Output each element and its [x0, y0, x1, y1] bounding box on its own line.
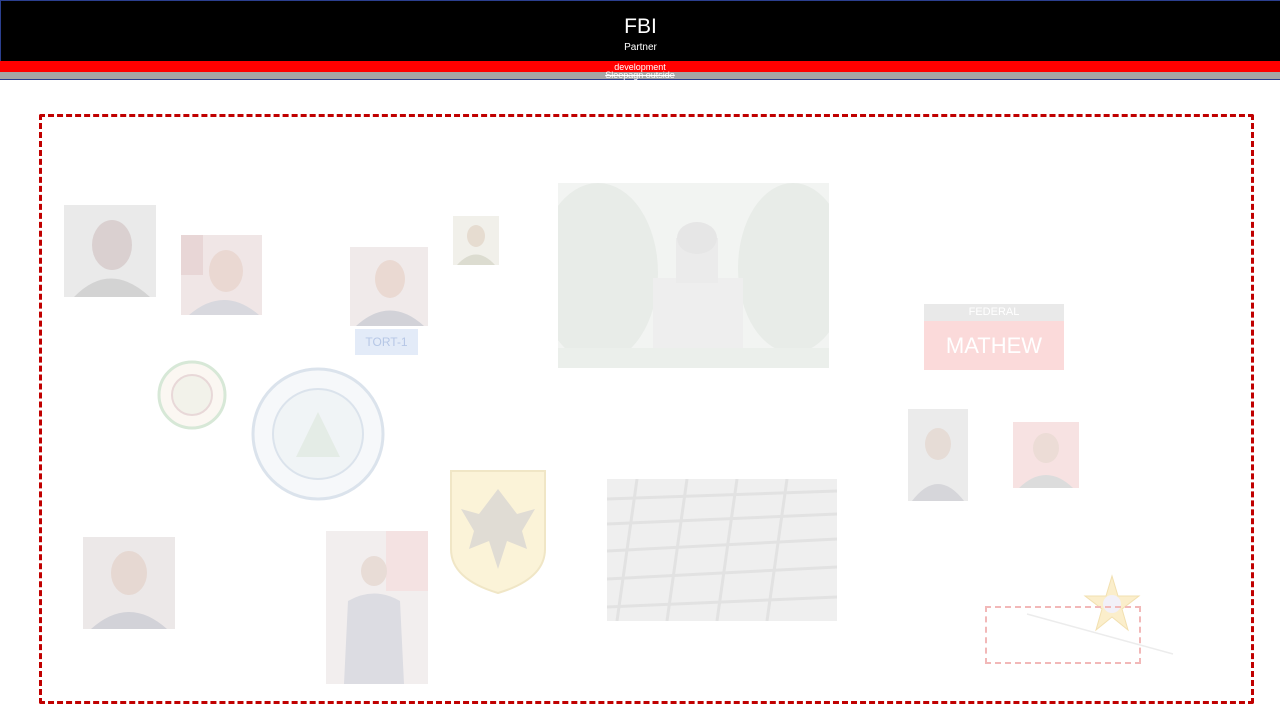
header-title: FBI: [624, 15, 657, 38]
fire-district-seal-icon: [251, 367, 385, 501]
connector-line: [1026, 613, 1174, 655]
police-officer-photo[interactable]: [326, 531, 428, 684]
portrait-photo[interactable]: [181, 235, 262, 315]
tort-tag: TORT-1: [355, 329, 418, 355]
portrait-photo[interactable]: [83, 537, 175, 629]
card-name: MATHEW: [924, 321, 1064, 370]
portrait-photo[interactable]: [1013, 422, 1079, 488]
city-seal-icon: [157, 360, 227, 430]
top-header: FBI Partner: [0, 0, 1280, 61]
german-eagle-icon: [449, 469, 547, 595]
outside-bar: Sleepagn outside: [0, 71, 1280, 80]
capitol-building-photo[interactable]: [558, 183, 829, 368]
federal-name-card[interactable]: FEDERAL MATHEW: [924, 304, 1064, 370]
portrait-photo[interactable]: [908, 409, 968, 501]
memorial-photo[interactable]: [607, 479, 837, 621]
header-subtitle: Partner: [624, 42, 657, 53]
portrait-photo[interactable]: [64, 205, 156, 297]
card-header: FEDERAL: [924, 304, 1064, 321]
portrait-photo[interactable]: [453, 216, 499, 265]
portrait-photo[interactable]: [350, 247, 428, 326]
